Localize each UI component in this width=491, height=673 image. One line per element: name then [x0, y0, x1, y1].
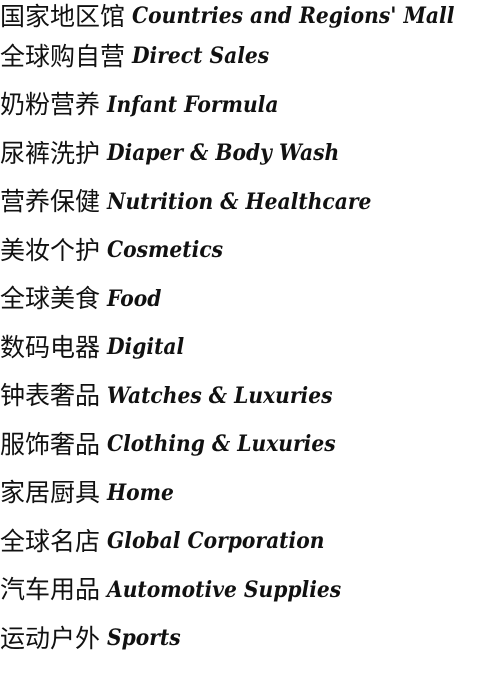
menu-item-en-label: Digital — [107, 334, 185, 361]
menu-item-global-corporation[interactable]: 全球名店 Global Corporation — [0, 517, 491, 566]
menu-item-en-label: Countries and Regions' Mall — [132, 3, 455, 29]
menu-item-en-label: Infant Formula — [107, 91, 279, 118]
menu-item-cn-label: 数码电器 — [0, 332, 101, 362]
menu-item-en-label: Diaper & Body Wash — [107, 140, 340, 167]
menu-item-sports[interactable]: 运动户外 Sports — [0, 614, 491, 663]
menu-item-en-label: Cosmetics — [107, 237, 224, 264]
menu-item-cn-label: 汽车用品 — [0, 575, 101, 605]
menu-item-en-label: Global Corporation — [107, 528, 325, 555]
menu-item-cn-label: 美妆个护 — [0, 235, 101, 265]
category-menu: 国家地区馆 Countries and Regions' Mall 全球购自营 … — [0, 0, 491, 663]
menu-item-cn-label: 国家地区馆 — [0, 1, 126, 31]
menu-item-en-label: Nutrition & Healthcare — [107, 188, 372, 215]
menu-item-digital[interactable]: 数码电器 Digital — [0, 323, 491, 372]
menu-item-cn-label: 尿裤洗护 — [0, 138, 101, 168]
menu-item-clothing-luxuries[interactable]: 服饰奢品 Clothing & Luxuries — [0, 420, 491, 469]
menu-item-en-label: Automotive Supplies — [107, 576, 342, 603]
menu-item-cn-label: 全球美食 — [0, 284, 101, 314]
menu-item-cn-label: 营养保健 — [0, 187, 101, 217]
menu-item-cn-label: 全球购自营 — [0, 41, 126, 71]
menu-item-diaper-body-wash[interactable]: 尿裤洗护 Diaper & Body Wash — [0, 129, 491, 178]
menu-item-en-label: Watches & Luxuries — [107, 382, 333, 409]
menu-item-en-label: Direct Sales — [132, 43, 270, 70]
menu-item-en-label: Food — [107, 285, 162, 312]
menu-item-cn-label: 钟表奢品 — [0, 381, 101, 411]
menu-item-cosmetics[interactable]: 美妆个护 Cosmetics — [0, 226, 491, 275]
menu-item-countries-regions-mall[interactable]: 国家地区馆 Countries and Regions' Mall — [0, 0, 491, 32]
menu-item-direct-sales[interactable]: 全球购自营 Direct Sales — [0, 32, 491, 81]
menu-item-cn-label: 奶粉营养 — [0, 90, 101, 120]
menu-item-cn-label: 家居厨具 — [0, 478, 101, 508]
menu-item-en-label: Sports — [107, 625, 181, 652]
menu-item-cn-label: 全球名店 — [0, 526, 101, 556]
menu-item-home[interactable]: 家居厨具 Home — [0, 469, 491, 518]
menu-item-en-label: Clothing & Luxuries — [107, 431, 336, 458]
menu-item-cn-label: 运动户外 — [0, 623, 101, 653]
menu-item-en-label: Home — [107, 479, 174, 506]
menu-item-cn-label: 服饰奢品 — [0, 429, 101, 459]
menu-item-food[interactable]: 全球美食 Food — [0, 275, 491, 324]
menu-item-watches-luxuries[interactable]: 钟表奢品 Watches & Luxuries — [0, 372, 491, 421]
menu-item-automotive-supplies[interactable]: 汽车用品 Automotive Supplies — [0, 566, 491, 615]
menu-item-nutrition-healthcare[interactable]: 营养保健 Nutrition & Healthcare — [0, 178, 491, 227]
menu-item-infant-formula[interactable]: 奶粉营养 Infant Formula — [0, 81, 491, 130]
